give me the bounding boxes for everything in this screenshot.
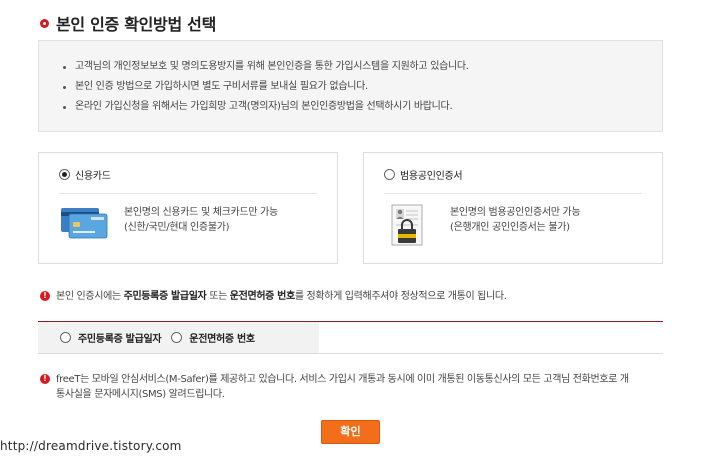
id-notice: ! 본인 인증시에는 주민등록증 발급일자 또는 운전면허증 번호를 정확하게 …: [40, 289, 507, 304]
certificate-description: 본인명의 범용공인인증서만 가능 (은행개인 공인인증서는 불가): [450, 205, 581, 235]
notice-box: 고객님의 개인정보보호 및 명의도용방지를 위해 본인인증을 통한 가입시스템을…: [38, 40, 663, 132]
divider: [38, 353, 663, 354]
certificate-desc-line: (은행개인 공인인증서는 불가): [450, 222, 570, 233]
divider: [59, 193, 317, 194]
id-notice-prefix: 본인 인증시에는: [56, 291, 124, 302]
credit-card-method-box[interactable]: 신용카드 본인명의 신용카드 및 체크카드만 가능 (신한/국민/현대 인증불가…: [38, 152, 338, 264]
certificate-radio[interactable]: [384, 169, 395, 180]
id-option-resident-card[interactable]: 주민등록증 발급일자: [60, 330, 162, 345]
resident-card-label: 주민등록증 발급일자: [78, 334, 162, 345]
notice-item: 본인 인증 방법으로 가입하시면 별도 구비서류를 보내실 필요가 없습니다.: [63, 77, 662, 97]
page-title: 본인 인증 확인방법 선택: [56, 15, 217, 34]
certificate-option[interactable]: 범용공인인증서: [384, 167, 463, 182]
resident-card-radio[interactable]: [60, 332, 71, 343]
credit-card-desc-line: 본인명의 신용카드 및 체크카드만 가능: [124, 207, 278, 218]
msafer-notice: ! freeT는 모바일 안심서비스(M-Safer)를 제공하고 있습니다. …: [40, 372, 629, 402]
msafer-notice-text: freeT는 모바일 안심서비스(M-Safer)를 제공하고 있습니다. 서비…: [56, 372, 629, 402]
msafer-notice-line: freeT는 모바일 안심서비스(M-Safer)를 제공하고 있습니다. 서비…: [56, 374, 629, 385]
credit-card-description: 본인명의 신용카드 및 체크카드만 가능 (신한/국민/현대 인증불가): [124, 205, 278, 235]
driver-license-radio[interactable]: [171, 332, 183, 343]
divider: [384, 193, 642, 194]
credit-card-option[interactable]: 신용카드: [59, 167, 111, 182]
credit-card-radio[interactable]: [59, 169, 70, 180]
id-notice-suffix: 를 정확하게 입력해주셔야 정상적으로 개통이 됩니다.: [294, 291, 507, 302]
id-notice-bold-issue-date: 주민등록증 발급일자: [123, 291, 207, 302]
msafer-notice-line: 통사실을 문자메시지(SMS) 알려드립니다.: [56, 389, 225, 400]
id-notice-mid: 또는: [206, 291, 230, 302]
certificate-method-box[interactable]: 범용공인인증서 본인명의 범용공인인증서만 가능 (은행개인 공인인증서는 불가…: [363, 152, 663, 264]
credit-card-label: 신용카드: [75, 171, 111, 182]
certificate-icon: [391, 204, 423, 246]
notice-item: 온라인 가입신청을 위해서는 가입희망 고객(명의자)님의 본인인증방법을 선택…: [63, 97, 662, 117]
credit-card-desc-line: (신한/국민/현대 인증불가): [124, 222, 230, 233]
id-notice-text: 본인 인증시에는 주민등록증 발급일자 또는 운전면허증 번호를 정확하게 입력…: [56, 289, 507, 304]
alert-icon: !: [40, 291, 50, 301]
title-bullet-icon: [40, 18, 49, 28]
alert-icon: !: [40, 374, 50, 384]
page-title-row: 본인 인증 확인방법 선택: [40, 12, 216, 34]
certificate-desc-line: 본인명의 범용공인인증서만 가능: [450, 207, 581, 218]
notice-item: 고객님의 개인정보보호 및 명의도용방지를 위해 본인인증을 통한 가입시스템을…: [63, 57, 662, 77]
watermark-url: http://dreamdrive.tistory.com: [0, 439, 182, 453]
notice-list: 고객님의 개인정보보호 및 명의도용방지를 위해 본인인증을 통한 가입시스템을…: [63, 57, 662, 117]
confirm-button[interactable]: 확인: [321, 420, 380, 444]
id-option-bar: 주민등록증 발급일자 운전면허증 번호: [38, 322, 319, 353]
certificate-label: 범용공인인증서: [400, 171, 463, 182]
id-option-driver-license[interactable]: 운전면허증 번호: [171, 330, 255, 345]
id-notice-bold-license: 운전면허증 번호: [229, 291, 295, 302]
driver-license-label: 운전면허증 번호: [189, 334, 255, 345]
credit-card-icon: [61, 208, 108, 239]
